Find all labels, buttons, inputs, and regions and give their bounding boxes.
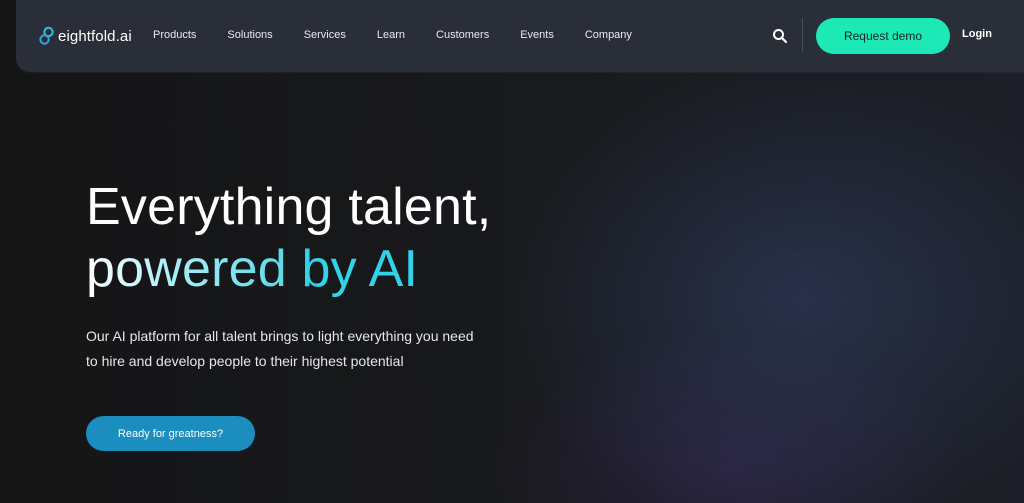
logo-text: eightfold.ai	[58, 27, 132, 45]
hero-subtitle-line-1: Our AI platform for all talent brings to…	[86, 328, 474, 344]
search-icon[interactable]	[772, 28, 788, 44]
eightfold-logo-icon	[39, 26, 54, 45]
hero-title-line-2: powered by AI	[86, 238, 491, 300]
hero-title-powered: powered	[86, 240, 302, 298]
request-demo-button[interactable]: Request demo	[816, 18, 950, 54]
login-link[interactable]: Login	[962, 28, 992, 40]
nav-item-events[interactable]: Events	[520, 29, 554, 41]
nav-item-learn[interactable]: Learn	[377, 29, 405, 41]
main-nav: Products Solutions Services Learn Custom…	[153, 29, 663, 41]
hero-subtitle: Our AI platform for all talent brings to…	[86, 324, 516, 374]
nav-item-products[interactable]: Products	[153, 29, 196, 41]
hero-title-line-1: Everything talent,	[86, 178, 492, 236]
nav-divider	[802, 18, 803, 52]
nav-item-solutions[interactable]: Solutions	[227, 29, 272, 41]
nav-item-company[interactable]: Company	[585, 29, 632, 41]
hero-subtitle-line-2: to hire and develop people to their high…	[86, 353, 404, 369]
ready-for-greatness-button[interactable]: Ready for greatness?	[86, 416, 255, 451]
nav-item-customers[interactable]: Customers	[436, 29, 489, 41]
eightfold-logo[interactable]: eightfold.ai	[39, 24, 132, 48]
hero-title-by-ai: by AI	[301, 240, 419, 298]
hero-title: Everything talent, powered by AI	[86, 176, 491, 300]
top-navigation-bar: eightfold.ai Products Solutions Services…	[16, 0, 1024, 72]
nav-item-services[interactable]: Services	[304, 29, 346, 41]
